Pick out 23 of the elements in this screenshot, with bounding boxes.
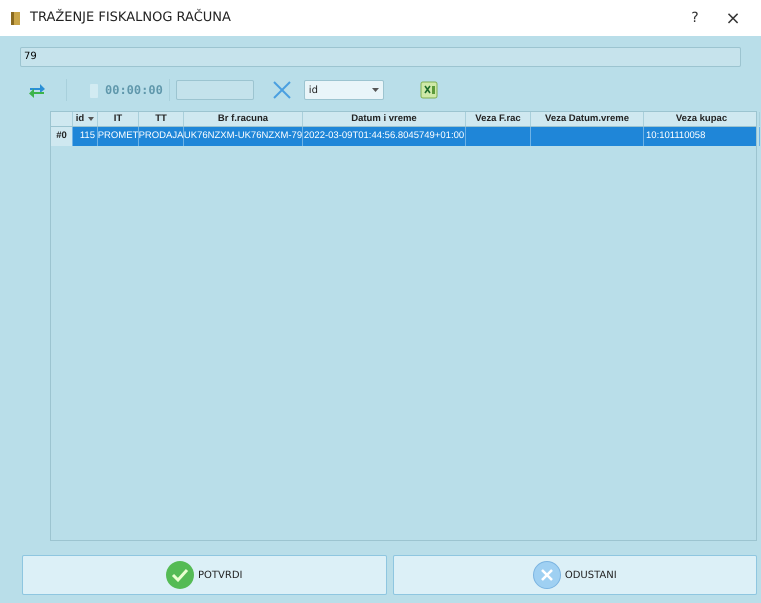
column-header[interactable]: TT [139, 112, 184, 126]
table-cell: PROMET [98, 127, 139, 146]
table-cell: 115 [73, 127, 98, 146]
table-cell: 2022-03-09T01:44:56.8045749+01:00 [303, 127, 466, 146]
table-cell: PRODAJA [139, 127, 184, 146]
column-header[interactable]: Datum i vreme [303, 112, 466, 126]
time-display: 00:00:00 [105, 82, 163, 99]
confirm-button[interactable]: POTVRDI [22, 555, 386, 595]
column-header[interactable]: Veza Datum.vreme [531, 112, 644, 126]
column-header[interactable]: Veza kupac [644, 112, 760, 126]
column-header[interactable]: Br f.racuna [184, 112, 303, 126]
table-cell: 10:101110058 [644, 127, 760, 146]
cancel-button[interactable]: ODUSTANI [392, 555, 757, 595]
field-select[interactable]: id [304, 80, 384, 100]
row-number: #0 [51, 127, 73, 146]
column-header[interactable]: IT [98, 112, 139, 126]
column-header[interactable]: id [73, 112, 98, 126]
column-header[interactable]: Veza F.rac [466, 112, 531, 126]
close-button[interactable]: × [715, 4, 751, 32]
search-field[interactable]: 79 [20, 47, 741, 67]
help-button[interactable]: ? [675, 8, 715, 28]
window-title: TRAŽENJE FISKALNOG RAČUNA [30, 8, 231, 28]
table-cell: UK76NZXM-UK76NZXM-79 [184, 127, 303, 146]
